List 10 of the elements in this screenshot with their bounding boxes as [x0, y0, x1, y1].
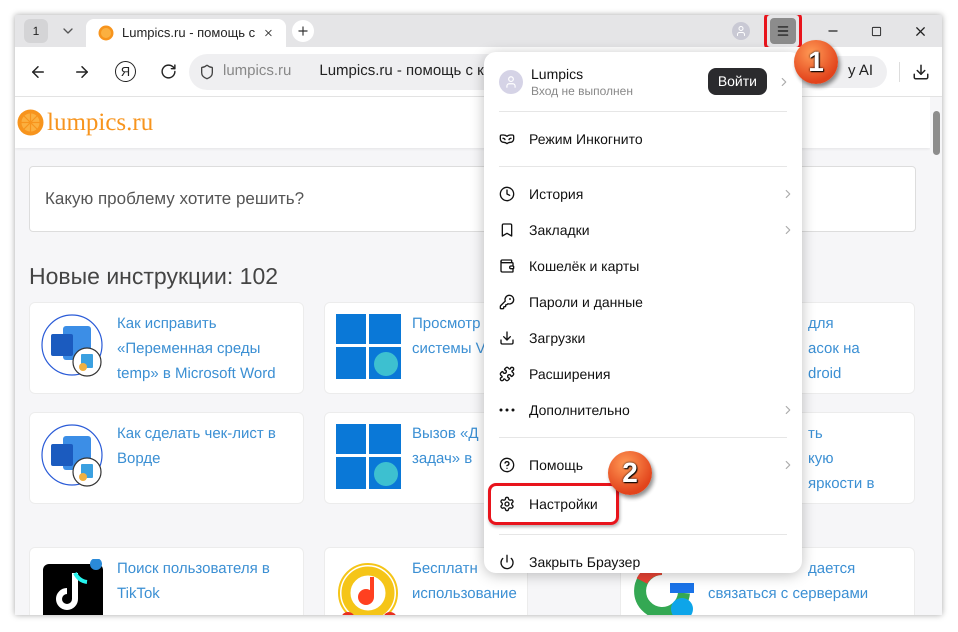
menu-item-label: Режим Инкогнито [529, 130, 643, 148]
menu-item-label: Загрузки [529, 328, 586, 348]
tab-title: Lumpics.ru - помощь с [122, 24, 256, 42]
section-heading: Новые инструкции: 102 [29, 262, 278, 290]
menu-item-label: Кошелёк и карты [529, 256, 640, 276]
page-title: Lumpics.ru - помощь с к [319, 61, 484, 82]
address-domain: lumpics.ru [223, 61, 292, 82]
profile-name: Lumpics [531, 64, 584, 82]
menu-item-label: Помощь [529, 456, 584, 475]
menu-item-label: История [529, 184, 584, 204]
